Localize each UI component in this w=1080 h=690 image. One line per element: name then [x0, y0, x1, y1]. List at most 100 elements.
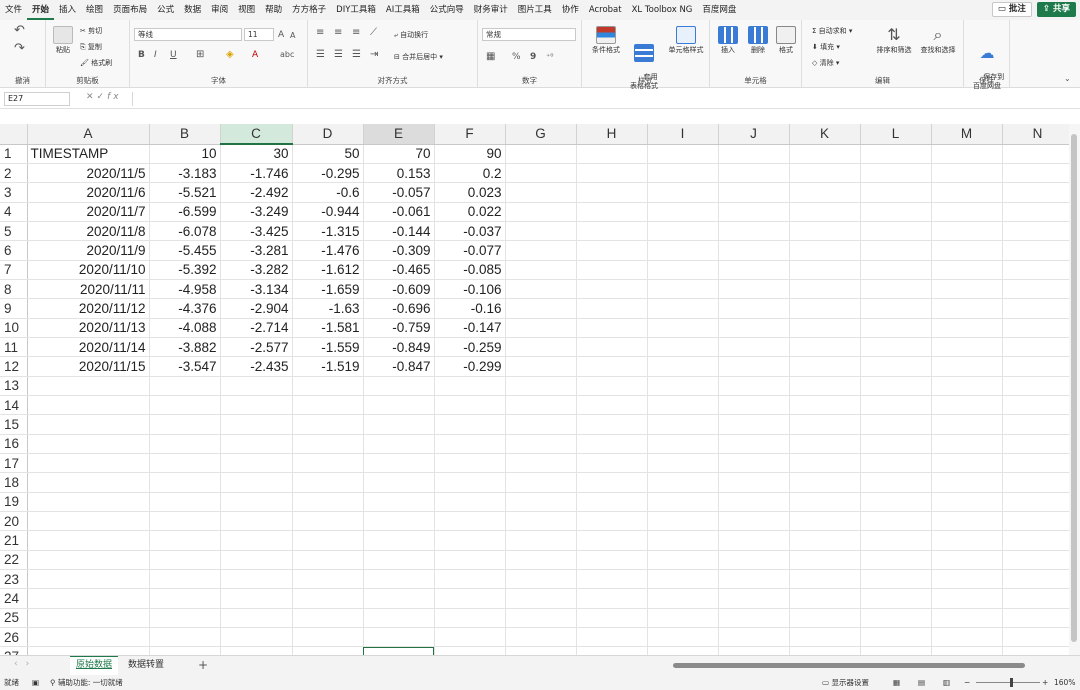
cell[interactable]	[27, 434, 150, 455]
horizontal-scroll-thumb[interactable]	[673, 663, 1025, 668]
cell[interactable]	[647, 434, 719, 455]
column-header[interactable]: L	[860, 124, 932, 145]
cell[interactable]	[434, 395, 506, 416]
sort-filter-button[interactable]: ⇅ 排序和筛选	[872, 26, 916, 55]
cell[interactable]	[363, 492, 435, 513]
cell[interactable]	[718, 627, 790, 648]
cell[interactable]	[27, 646, 150, 655]
row-header[interactable]: 10	[0, 318, 28, 338]
cell[interactable]	[149, 627, 221, 648]
cell[interactable]	[931, 530, 1003, 551]
cell[interactable]	[647, 511, 719, 532]
cell[interactable]	[1002, 376, 1074, 396]
cell[interactable]	[789, 298, 861, 319]
row-header[interactable]: 25	[0, 608, 28, 629]
cell[interactable]: 2020/11/5	[27, 163, 150, 184]
comment-button[interactable]: ▭ 批注	[991, 2, 1032, 17]
cell[interactable]	[149, 492, 221, 513]
cell[interactable]: -2.492	[220, 182, 293, 203]
column-header[interactable]: F	[434, 124, 506, 145]
cell[interactable]	[789, 356, 861, 377]
cell[interactable]	[505, 182, 577, 203]
cell[interactable]	[931, 395, 1003, 416]
cell[interactable]	[292, 434, 364, 455]
cell[interactable]	[292, 395, 364, 416]
cell[interactable]	[1002, 608, 1074, 629]
row-header[interactable]: 14	[0, 395, 28, 416]
cell[interactable]	[789, 530, 861, 551]
cell[interactable]: -0.696	[363, 298, 435, 319]
cell[interactable]	[789, 376, 861, 396]
cell[interactable]	[718, 530, 790, 551]
cell[interactable]	[27, 472, 150, 493]
cell[interactable]	[860, 550, 932, 571]
cell[interactable]	[363, 646, 435, 655]
cell[interactable]	[718, 337, 790, 358]
menu-tab[interactable]: 图片工具	[513, 0, 557, 20]
cell[interactable]	[860, 144, 932, 164]
cell[interactable]	[505, 240, 577, 261]
cell[interactable]	[220, 414, 293, 435]
cell[interactable]: 2020/11/15	[27, 356, 150, 377]
cell[interactable]	[363, 550, 435, 571]
cell[interactable]	[647, 376, 719, 396]
column-header[interactable]: D	[292, 124, 364, 145]
cell[interactable]	[789, 627, 861, 648]
horizontal-scrollbar[interactable]	[665, 661, 1065, 670]
cell[interactable]	[931, 376, 1003, 396]
cell[interactable]	[576, 356, 648, 377]
align-middle-icon[interactable]: ≡	[334, 28, 342, 38]
cell[interactable]	[576, 240, 648, 261]
cell[interactable]	[576, 646, 648, 655]
cell[interactable]	[647, 627, 719, 648]
menu-tab[interactable]: Acrobat	[584, 0, 627, 20]
cell[interactable]	[860, 260, 932, 280]
cell[interactable]	[505, 318, 577, 338]
cell[interactable]	[718, 202, 790, 222]
cell[interactable]	[576, 298, 648, 319]
cell[interactable]	[789, 260, 861, 280]
cell[interactable]: -0.309	[363, 240, 435, 261]
accessibility-status[interactable]: ⚲ 辅助功能: 一切就绪	[50, 675, 123, 690]
zoom-in-icon[interactable]: +	[1042, 675, 1048, 690]
cell[interactable]	[505, 414, 577, 435]
cell[interactable]	[1002, 163, 1074, 184]
cell[interactable]	[931, 318, 1003, 338]
next-sheet-icon[interactable]: ›	[26, 659, 38, 669]
currency-icon[interactable]: ▦	[486, 52, 495, 62]
cell[interactable]	[647, 298, 719, 319]
cell[interactable]	[860, 337, 932, 358]
cell[interactable]	[789, 182, 861, 203]
cell[interactable]	[647, 144, 719, 164]
cell[interactable]	[220, 530, 293, 551]
cell[interactable]	[363, 569, 435, 590]
cell[interactable]: -0.847	[363, 356, 435, 377]
zoom-level[interactable]: 160%	[1054, 675, 1075, 690]
cell[interactable]	[149, 608, 221, 629]
cell[interactable]: 2020/11/9	[27, 240, 150, 261]
cell[interactable]	[860, 511, 932, 532]
cell[interactable]: -2.904	[220, 298, 293, 319]
row-header[interactable]: 8	[0, 279, 28, 300]
row-header[interactable]: 7	[0, 260, 28, 280]
cell[interactable]	[363, 588, 435, 609]
cell[interactable]	[931, 627, 1003, 648]
cell[interactable]	[718, 279, 790, 300]
cell[interactable]: 2020/11/13	[27, 318, 150, 338]
cell[interactable]	[931, 608, 1003, 629]
cell[interactable]: -0.609	[363, 279, 435, 300]
menu-tab[interactable]: 财务审计	[469, 0, 513, 20]
row-header[interactable]: 15	[0, 414, 28, 435]
cell[interactable]: -3.547	[149, 356, 221, 377]
menu-tab[interactable]: 审阅	[206, 0, 233, 20]
cell[interactable]	[434, 627, 506, 648]
cell[interactable]	[576, 279, 648, 300]
cell[interactable]: 2020/11/8	[27, 221, 150, 242]
row-header[interactable]: 17	[0, 453, 28, 474]
prev-sheet-icon[interactable]: ‹	[14, 659, 26, 669]
cell[interactable]	[860, 395, 932, 416]
macro-icon[interactable]: ▣	[32, 675, 39, 690]
cell[interactable]	[576, 318, 648, 338]
cell[interactable]	[220, 395, 293, 416]
cell[interactable]	[292, 588, 364, 609]
